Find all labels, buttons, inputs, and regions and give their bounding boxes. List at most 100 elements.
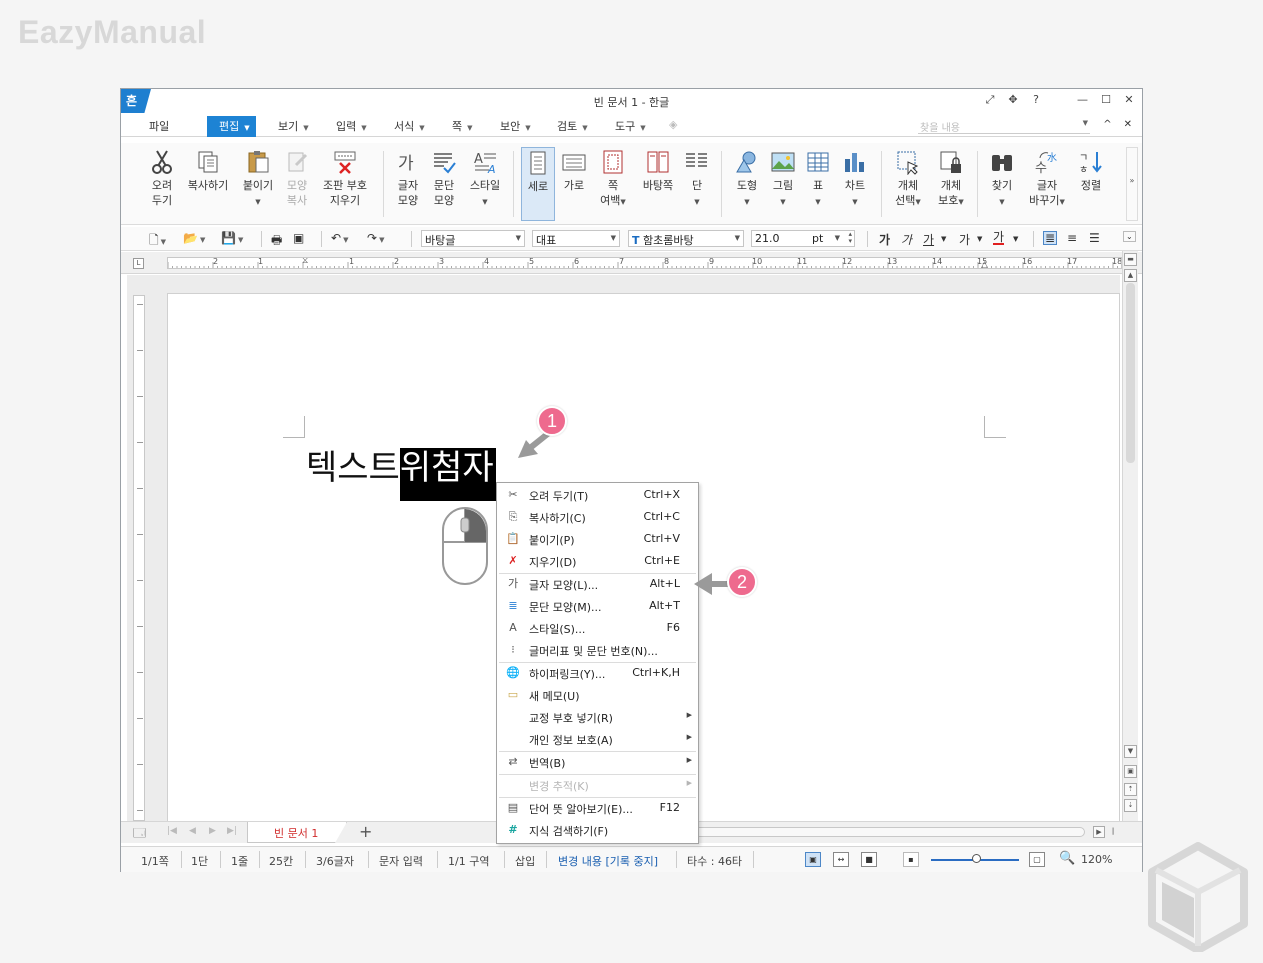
chevron-down-icon[interactable]: ▼ [977,235,982,243]
right-indent-marker-icon[interactable]: △ [981,260,988,268]
char-shape-button[interactable]: 가 글자 모양 [391,149,425,208]
scroll-end-icon[interactable]: | [1107,826,1119,838]
status-line[interactable]: 1줄 [231,853,248,869]
tab-list-icon[interactable]: 🗔 [133,824,146,845]
ctx-item-char-shape[interactable]: 가 글자 모양(L)... Alt+L [497,573,698,595]
object-protect-button[interactable]: 개체 보호▼ [933,149,969,208]
ctx-item-cut[interactable]: ✂ 오려 두기(T) Ctrl+X [497,484,698,506]
align-center-icon[interactable]: ☰ [1089,231,1100,245]
view-fit-icon[interactable]: ↔ [833,852,849,867]
menu-view[interactable]: 보기 ▼ [278,118,309,134]
picture-button[interactable]: 그림 ▼ [767,149,799,208]
ctx-item-bullets[interactable]: ⁝ 글머리표 및 문단 번호(N)... [497,639,698,661]
menu-tools[interactable]: 도구 ▼ [615,118,646,134]
minimize-button[interactable]: — [1077,93,1088,107]
ctx-item-delete[interactable]: ✗ 지우기(D) Ctrl+E [497,550,698,572]
sort-button[interactable]: ㄱㅎ 정렬 [1075,149,1107,193]
vertical-scrollbar[interactable]: ▬ ▲ ▼ ▣ ⇡ ⇣ [1122,251,1138,821]
ctx-item-dictionary[interactable]: ▤ 단어 뜻 알아보기(E)... F12 [497,797,698,819]
format-painter-button[interactable]: 모양 복사 [281,149,313,208]
cut-button[interactable]: 오려 두기 [143,149,181,208]
italic-button[interactable]: 가 [901,231,912,248]
fullscreen-icon[interactable]: ⤢ [985,93,995,107]
align-justify-icon[interactable]: ≣ [1043,231,1058,245]
object-select-button[interactable]: 개체 선택▼ [889,149,927,208]
menu-insert[interactable]: 입력 ▼ [336,118,367,134]
indent-marker-icon[interactable]: ⧖ [302,258,308,266]
save-icon[interactable]: 💾 ▼ [221,231,243,245]
vertical-ruler[interactable] [133,295,145,821]
view-full-icon[interactable]: ■ [861,852,877,867]
last-tab-icon[interactable]: ▶| [227,826,237,836]
menu-format[interactable]: 서식 ▼ [394,118,425,134]
status-column[interactable]: 1단 [191,853,208,869]
size-stepper-icon[interactable]: ▴ ▾ [848,231,852,245]
close-button[interactable]: ✕ [1124,93,1134,107]
ctx-item-privacy[interactable]: 개인 정보 보호(A) ▶ [497,728,698,750]
status-page[interactable]: 1/1쪽 [141,853,169,869]
font-color-button[interactable]: 가 [993,231,1005,245]
toolbar-more-icon[interactable]: ⌄ [1123,231,1136,242]
zoom-page-icon[interactable]: ▪ [903,852,919,867]
master-page-button[interactable]: 바탕쪽 [637,149,679,193]
find-button[interactable]: 찾기 ▼ [985,149,1019,208]
scroll-right-icon[interactable]: ▶ [1093,826,1105,838]
menu-review[interactable]: 검토 ▼ [557,118,588,134]
prev-page-icon[interactable]: ⇡ [1124,783,1137,796]
landscape-button[interactable]: 가로 [559,149,589,193]
chevron-down-icon[interactable]: ▼ [1083,119,1088,127]
scroll-thumb[interactable] [1126,283,1135,463]
language-select[interactable]: 대표 ▼ [532,230,620,247]
print-icon[interactable]: 🖶 [271,231,282,252]
ctx-item-knowledge-search[interactable]: # 지식 검색하기(F) [497,819,698,841]
document-text[interactable]: 텍스트위첨자 [306,448,496,501]
ctx-item-copy[interactable]: ⎘ 복사하기(C) Ctrl+C [497,506,698,528]
menu-security[interactable]: 보안 ▼ [500,118,531,134]
table-button[interactable]: 표 ▼ [805,149,831,208]
help-icon[interactable]: ? [1031,93,1041,107]
ctx-item-proof-marks[interactable]: 교정 부호 넣기(R) ▶ [497,706,698,728]
portrait-button[interactable]: 세로 [521,147,555,221]
chevron-down-icon[interactable]: ▼ [1013,235,1018,243]
next-tab-icon[interactable]: ▶ [209,826,216,836]
menu-edit[interactable]: 편집 ▼ [207,116,256,137]
style-select[interactable]: 바탕글 ▼ [421,230,525,247]
collapse-ribbon-icon[interactable]: ^ [1103,119,1111,130]
align-left-icon[interactable]: ≡ [1067,231,1077,245]
horizontal-ruler[interactable]: 2 1 1 2 3 4 5 6 7 8 9 10 11 12 13 14 15 … [167,257,1122,269]
ctx-item-style[interactable]: A 스타일(S)... F6 [497,617,698,639]
shape-button[interactable]: 도형 ▼ [731,149,763,208]
scroll-split-icon[interactable]: ▬ [1124,253,1137,266]
scroll-up-icon[interactable]: ▲ [1124,269,1137,282]
prev-tab-icon[interactable]: ◀ [189,826,196,836]
chevron-down-icon[interactable]: ▼ [941,235,946,243]
ctx-item-para-shape[interactable]: ≣ 문단 모양(M)... Alt+T [497,595,698,617]
menu-page[interactable]: 쪽 ▼ [452,118,473,134]
ctx-item-paste[interactable]: 📋 붙이기(P) Ctrl+V [497,528,698,550]
close-doc-icon[interactable]: ✕ [1124,119,1132,130]
strike-button[interactable]: 가 [959,231,970,248]
char-convert-button[interactable]: 수水 글자 바꾸기▼ [1025,149,1069,208]
status-col[interactable]: 25칸 [269,853,293,869]
ctx-item-memo[interactable]: ▭ 새 메모(U) [497,684,698,706]
page-view-icon[interactable]: ▣ [1124,765,1137,778]
preview-icon[interactable]: ▣ [293,231,304,245]
font-select[interactable]: T 함초롬바탕 ▼ [628,230,744,247]
zoom-fit-icon[interactable]: ▢ [1029,852,1045,867]
font-size-input[interactable]: 21.0 pt ▼ ▴ ▾ [751,230,855,247]
add-tab-button[interactable]: + [359,822,372,841]
ctx-item-hyperlink[interactable]: 🌐 하이퍼링크(Y)... Ctrl+K,H [497,662,698,684]
find-input[interactable]: 찾을 내용 ▼ [918,119,1090,134]
status-zoom[interactable]: 120% [1081,853,1112,866]
undo-icon[interactable]: ↶ ▼ [331,231,348,245]
clear-codes-button[interactable]: 조판 부호 지우기 [319,149,371,208]
ribbon-toggle-icon[interactable]: ◈ [669,118,677,131]
paste-button[interactable]: 붙이기 ▼ [239,149,277,208]
style-button[interactable]: AA 스타일 ▼ [465,149,505,208]
status-track-changes[interactable]: 변경 내용 [기록 중지] [558,853,658,869]
new-doc-icon[interactable]: 🗋 ▼ [149,231,166,252]
ctx-item-translate[interactable]: ⇄ 번역(B) ▶ [497,751,698,773]
columns-button[interactable]: 단 ▼ [683,149,711,208]
para-shape-button[interactable]: 문단 모양 [427,149,461,208]
status-mode[interactable]: 문자 입력 [379,853,423,869]
